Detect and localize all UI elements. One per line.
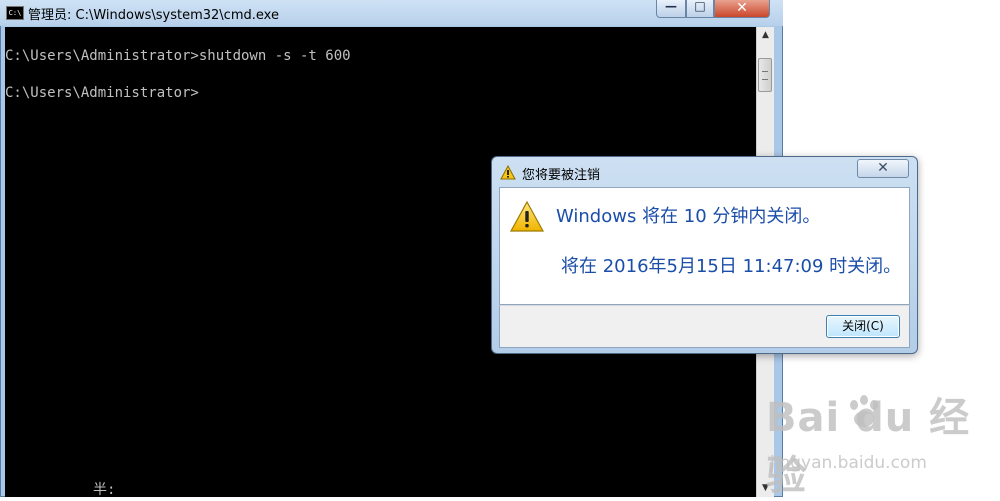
close-window-button[interactable]: ✕	[714, 0, 770, 18]
maximize-icon: □	[694, 0, 706, 13]
cmd-titlebar[interactable]: C:\ 管理员: C:\Windows\system32\cmd.exe — □…	[0, 0, 783, 26]
watermark-url: jingyan.baidu.com	[770, 453, 927, 473]
window-title: 管理员: C:\Windows\system32\cmd.exe	[28, 8, 279, 23]
warning-icon	[500, 164, 516, 184]
close-icon: ✕	[877, 160, 889, 176]
console-line: C:\Users\Administrator>	[5, 85, 199, 101]
shutdown-dialog: 您将要被注销 ✕ Windows 将在 10 分钟内关闭。 将在 2016年5月…	[491, 156, 918, 354]
dialog-body: Windows 将在 10 分钟内关闭。 将在 2016年5月15日 11:47…	[499, 187, 910, 305]
minimize-button[interactable]: —	[656, 0, 686, 18]
scroll-up-arrow-icon[interactable]: ▲	[757, 27, 774, 44]
dialog-title: 您将要被注销	[522, 168, 601, 183]
maximize-button[interactable]: □	[686, 0, 714, 18]
watermark: Bai du 经验 jingyan.baidu.com	[766, 385, 1000, 499]
paw-icon	[844, 393, 884, 437]
shutdown-time-detail: 将在 2016年5月15日 11:47:09 时关闭。	[561, 256, 902, 277]
dialog-footer: 关闭(C)	[499, 305, 910, 348]
cmd-app-icon: C:\	[6, 6, 24, 20]
close-button[interactable]: 关闭(C)	[826, 315, 900, 338]
dialog-close-button[interactable]: ✕	[857, 159, 909, 178]
ime-status: 半:	[93, 482, 116, 498]
close-icon: ✕	[736, 0, 748, 16]
warning-icon	[509, 200, 545, 237]
console-line: C:\Users\Administrator>shutdown -s -t 60…	[5, 48, 351, 64]
minimize-icon: —	[665, 0, 677, 13]
shutdown-message: Windows 将在 10 分钟内关闭。	[556, 206, 821, 227]
scroll-thumb[interactable]	[758, 58, 772, 92]
